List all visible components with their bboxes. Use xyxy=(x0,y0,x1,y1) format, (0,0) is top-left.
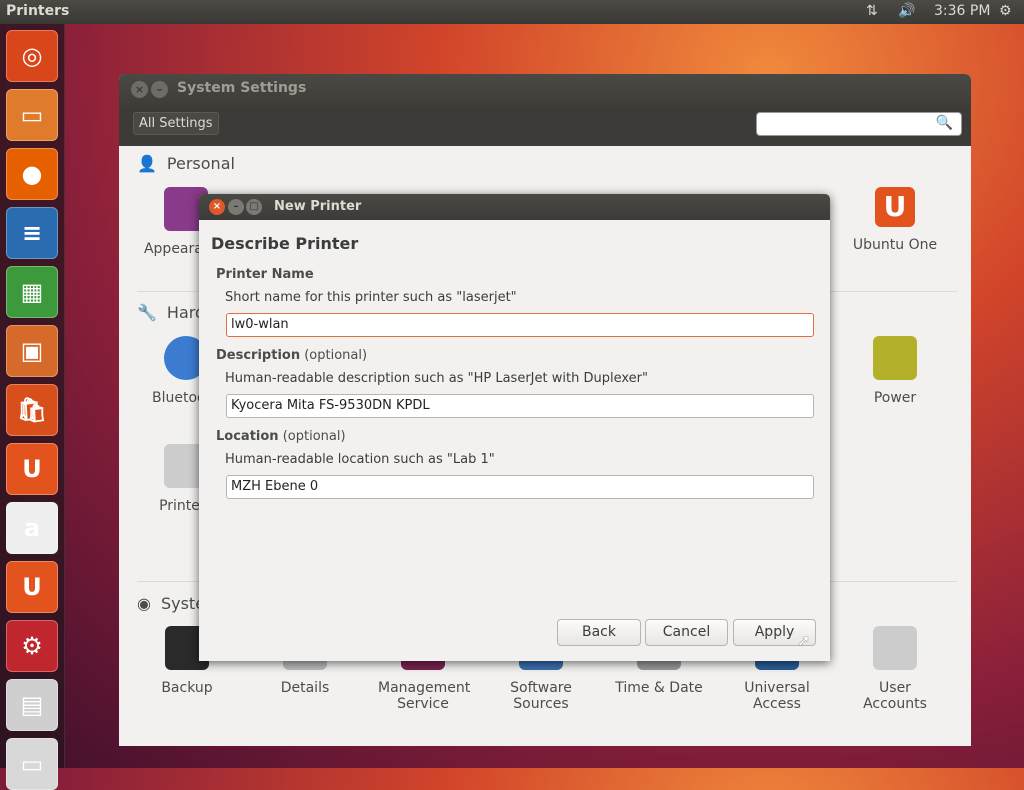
printer-name-input[interactable]: lw0-wlan xyxy=(226,313,814,337)
description-hint: Human-readable description such as "HP L… xyxy=(225,371,648,386)
window-titlebar: × – System Settings xyxy=(119,74,971,110)
item-label: Details xyxy=(280,680,330,696)
cancel-button[interactable]: Cancel xyxy=(645,619,728,646)
top-panel: Printers ⇅ 🔊 3:36 PM ⚙ xyxy=(0,0,1024,24)
launcher-printers-icon[interactable]: ▤ xyxy=(6,679,58,731)
close-icon[interactable]: × xyxy=(131,81,148,98)
label-text: Printer Name xyxy=(216,267,314,282)
launcher-extra-icon[interactable]: ▭ xyxy=(6,738,58,790)
network-updown-icon[interactable]: ⇅ xyxy=(866,3,878,19)
back-button[interactable]: Back xyxy=(557,619,641,646)
search-input[interactable]: 🔍 xyxy=(756,112,962,136)
app-title: Printers xyxy=(6,3,70,19)
item-label: User Accounts xyxy=(863,680,927,712)
wrench-icon: 🔧 xyxy=(137,303,157,322)
optional-text: (optional) xyxy=(282,429,346,444)
item-power[interactable]: Power xyxy=(836,336,954,406)
person-icon: 👤 xyxy=(137,154,157,173)
window-title: System Settings xyxy=(177,80,307,96)
item-label: Power xyxy=(873,390,917,406)
launcher-system-settings-icon[interactable]: ⚙ xyxy=(6,620,58,672)
location-hint: Human-readable location such as "Lab 1" xyxy=(225,452,495,467)
dialog-title: New Printer xyxy=(274,199,362,214)
section-title: Personal xyxy=(166,154,235,173)
maximize-icon[interactable]: □ xyxy=(246,199,262,215)
launcher-ubuntu-one-icon[interactable]: U xyxy=(6,443,58,495)
launcher-writer-icon[interactable]: ≡ xyxy=(6,207,58,259)
minimize-icon[interactable]: – xyxy=(228,199,244,215)
all-settings-button[interactable]: All Settings xyxy=(133,112,219,135)
launcher-files-icon[interactable]: ▭ xyxy=(6,89,58,141)
item-user-accounts[interactable]: User Accounts xyxy=(836,626,954,712)
new-printer-dialog: × – □ New Printer Describe Printer Print… xyxy=(199,194,830,661)
launcher-firefox-icon[interactable]: ● xyxy=(6,148,58,200)
volume-icon[interactable]: 🔊 xyxy=(898,3,915,19)
label-text: Description xyxy=(216,348,301,363)
section-personal: 👤 Personal xyxy=(137,154,235,173)
item-label: Time & Date xyxy=(615,680,703,696)
item-label: Ubuntu One xyxy=(852,237,938,253)
ubuntu-logo-icon: ◉ xyxy=(137,594,151,613)
toolbar: All Settings 🔍 xyxy=(119,110,971,146)
mouse-cursor: ➚ xyxy=(797,631,811,650)
item-ubuntu-one[interactable]: U Ubuntu One xyxy=(836,187,954,253)
launcher: ◎ ▭ ● ≡ ▦ ▣ 🛍 Ua U ⚙ ▤ ▭ xyxy=(0,24,65,790)
dialog-heading: Describe Printer xyxy=(211,234,359,253)
location-label: Location (optional) xyxy=(216,429,346,444)
printer-name-label: Printer Name xyxy=(216,267,314,282)
printer-name-hint: Short name for this printer such as "las… xyxy=(225,290,517,305)
minimize-icon[interactable]: – xyxy=(151,81,168,98)
close-icon[interactable]: × xyxy=(209,199,225,215)
clock[interactable]: 3:36 PM xyxy=(934,3,990,19)
item-label: Universal Access xyxy=(744,680,810,712)
ubuntu-one-icon: U xyxy=(875,187,915,227)
launcher-amazon-icon[interactable]: a xyxy=(6,502,58,554)
user-accounts-icon xyxy=(873,626,917,670)
launcher-impress-icon[interactable]: ▣ xyxy=(6,325,58,377)
launcher-calc-icon[interactable]: ▦ xyxy=(6,266,58,318)
dialog-titlebar: × – □ New Printer xyxy=(199,194,830,220)
description-input[interactable]: Kyocera Mita FS-9530DN KPDL xyxy=(226,394,814,418)
launcher-ubuntu-dash-icon[interactable]: ◎ xyxy=(6,30,58,82)
search-icon: 🔍 xyxy=(935,115,953,131)
item-label: Management Service xyxy=(378,680,471,712)
item-label: Software Sources xyxy=(510,680,572,712)
item-label: Backup xyxy=(161,680,213,696)
optional-text: (optional) xyxy=(304,348,368,363)
description-label: Description (optional) xyxy=(216,348,367,363)
launcher-ubuntu-one-music-icon[interactable]: U xyxy=(6,561,58,613)
launcher-software-center-icon[interactable]: 🛍 xyxy=(6,384,58,436)
power-icon xyxy=(873,336,917,380)
label-text: Location xyxy=(216,429,279,444)
session-gear-icon[interactable]: ⚙ xyxy=(999,3,1012,19)
location-input[interactable]: MZH Ebene 0 xyxy=(226,475,814,499)
